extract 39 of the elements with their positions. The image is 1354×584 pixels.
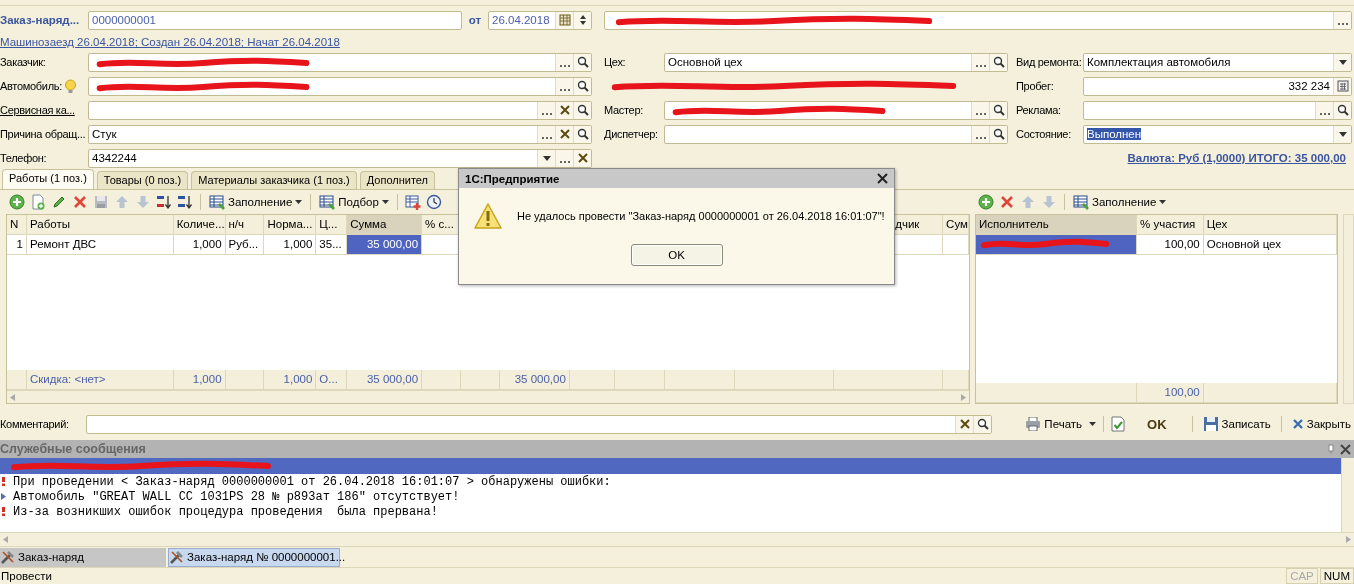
table-cell: 1,000 bbox=[173, 235, 226, 255]
table-cell: Руб... bbox=[225, 235, 265, 255]
form-label: Пробег: bbox=[1016, 80, 1054, 92]
form-label: Диспетчер: bbox=[604, 128, 658, 140]
table-cell: Ремонт ДВС bbox=[26, 235, 174, 255]
form-label: Мастер: bbox=[604, 104, 643, 116]
message-text: Автомобиль "GREAT WALL CC 1031PS 28 № р893ат 186" отсутствует! bbox=[13, 489, 460, 504]
form-label: Реклама: bbox=[1016, 104, 1061, 116]
total-cell: 1,000 bbox=[173, 370, 226, 390]
total-cell: Скидка: <нет> bbox=[26, 370, 174, 390]
form-label: Состояние: bbox=[1016, 128, 1071, 140]
table-cell: 35... bbox=[316, 235, 348, 255]
message-text: При проведении < Заказ-наряд 0000000001 от 26.04.2018 16:01:07 > обнаружены ошибки: bbox=[13, 474, 611, 489]
dialog-message: Не удалось провести "Заказ-наряд 0000000001 от 26.04.2018 16:01:07"! bbox=[517, 210, 885, 222]
form-label: Комментарий: bbox=[0, 418, 70, 430]
form-label: Автомобиль: bbox=[0, 80, 62, 92]
dialog-title: 1С:Предприятие bbox=[465, 172, 560, 185]
table-cell: 35 000,00 bbox=[347, 235, 423, 255]
document-title: Заказ-наряд... bbox=[0, 14, 81, 26]
table-cell: 100,00 bbox=[1137, 235, 1204, 255]
table-cell: Основной цех bbox=[1203, 235, 1337, 255]
form-label: Телефон: bbox=[0, 152, 47, 164]
date-label: от bbox=[467, 14, 483, 26]
panel-title: Служебные сообщения bbox=[0, 442, 147, 456]
status-indicator: CAP bbox=[1286, 568, 1318, 584]
status-text: Провести bbox=[0, 570, 53, 582]
form-label: Цех: bbox=[604, 56, 626, 68]
form-label: Заказчик: bbox=[0, 56, 46, 68]
status-indicator: NUM bbox=[1319, 568, 1354, 584]
form-label: Вид ремонта: bbox=[1016, 56, 1082, 68]
total-cell: 35 000,00 bbox=[347, 370, 423, 390]
table-cell: 1,000 bbox=[264, 235, 317, 255]
table-cell: 1 bbox=[7, 235, 27, 255]
total-cell: 100,00 bbox=[1137, 383, 1204, 403]
total-cell: 35 000,00 bbox=[499, 370, 570, 390]
total-cell: О... bbox=[316, 370, 348, 390]
message-text: Из-за возникших ошибок процедура проведения была прервана! bbox=[13, 504, 438, 519]
form-label: Причина обращ... bbox=[0, 128, 86, 140]
total-cell: 1,000 bbox=[264, 370, 317, 390]
